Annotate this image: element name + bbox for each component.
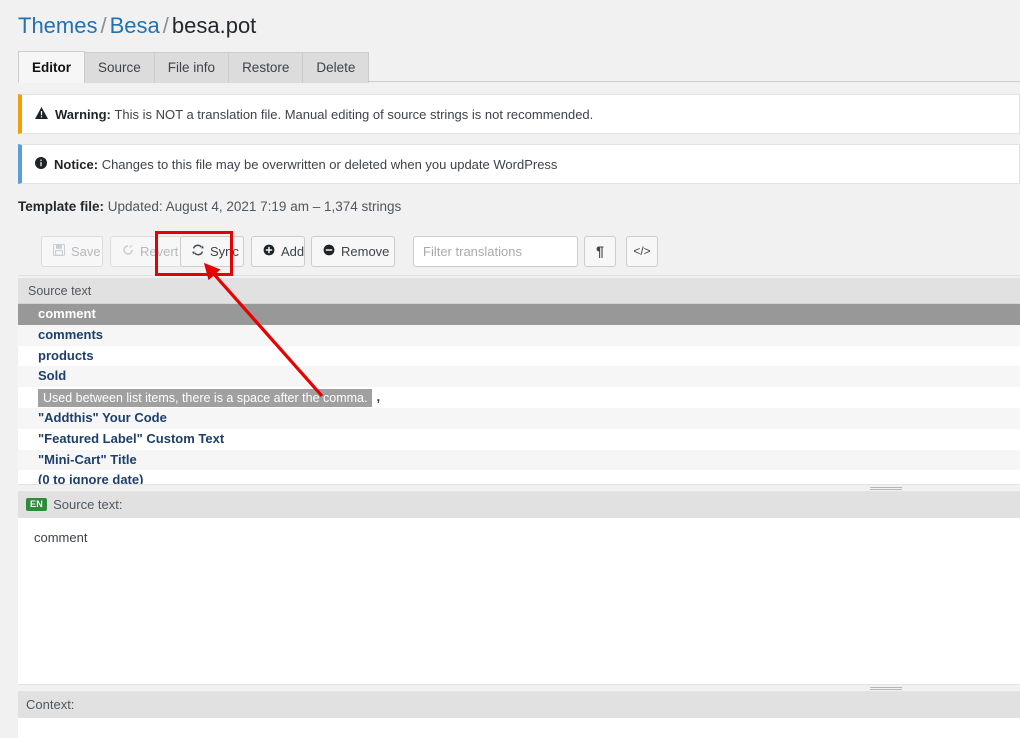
warning-label: Warning: [55,107,111,122]
editor-toolbar: Save Revert Sync Add Remove [18,228,1020,276]
list-item[interactable]: Sold [18,366,1020,387]
breadcrumb-current-file: besa.pot [172,13,256,38]
resize-grip-icon [870,486,902,491]
list-item-label: comments [38,327,103,342]
pilcrow-icon[interactable]: ¶ [584,236,616,267]
source-text-pane-label: Source text: [53,497,122,512]
list-item-label: (0 to ignore date) [38,472,143,484]
template-file-line: Template file: Updated: August 4, 2021 7… [18,199,401,214]
warning-notice: Warning: This is NOT a translation file.… [18,94,1020,134]
sync-button[interactable]: Sync [180,236,244,267]
tab-delete[interactable]: Delete [302,52,369,83]
list-item[interactable]: comments [18,325,1020,346]
sync-button-label: Sync [210,244,239,259]
tab-restore[interactable]: Restore [228,52,303,83]
breadcrumb-separator-2: / [163,13,169,38]
list-item[interactable]: (0 to ignore date) [18,470,1020,484]
breadcrumb-link-themes[interactable]: Themes [18,13,97,38]
breadcrumb-link-theme[interactable]: Besa [110,13,160,38]
save-button[interactable]: Save [41,236,103,267]
remove-button[interactable]: Remove [311,236,395,267]
list-item-label: , [376,389,380,404]
code-icon[interactable]: </> [626,236,658,267]
list-item-label: products [38,348,94,363]
sync-arrows-icon [192,238,204,267]
info-circle-icon [35,157,47,171]
source-text-list[interactable]: comment comments products Sold Used betw… [18,304,1020,484]
list-editor-resizer[interactable] [18,484,1020,492]
warning-triangle-icon [35,107,48,121]
breadcrumb: Themes/Besa/besa.pot [18,12,256,40]
list-item-label: "Mini-Cart" Title [38,452,137,467]
list-item[interactable]: comment [18,304,1020,325]
save-button-label: Save [71,244,101,259]
list-item[interactable]: products [18,346,1020,367]
revert-button-label: Revert [140,244,178,259]
add-button-label: Add [281,244,304,259]
list-item[interactable]: "Featured Label" Custom Text [18,429,1020,450]
list-item-label: "Featured Label" Custom Text [38,431,224,446]
template-file-label: Template file: [18,199,104,214]
source-text-editor[interactable] [18,518,1020,684]
language-badge: EN [26,498,47,511]
list-item[interactable]: Used between list items, there is a spac… [18,387,1020,408]
revert-button[interactable]: Revert [110,236,182,267]
list-item[interactable]: "Mini-Cart" Title [18,450,1020,471]
list-item[interactable]: "Addthis" Your Code [18,408,1020,429]
breadcrumb-separator-1: / [100,13,106,38]
circular-arrow-icon [122,238,134,267]
add-button[interactable]: Add [251,236,305,267]
minus-circle-icon [323,238,335,267]
list-item-label: "Addthis" Your Code [38,410,167,425]
tab-editor[interactable]: Editor [18,51,85,83]
tab-bar: EditorSourceFile infoRestoreDelete [18,50,1020,82]
list-item-label: comment [38,306,96,321]
source-text-column-header: Source text [18,278,1020,304]
context-editor[interactable] [18,718,1020,738]
info-label: Notice: [54,157,98,172]
floppy-disk-icon [53,238,65,267]
editor-context-resizer[interactable] [18,684,1020,692]
warning-text: This is NOT a translation file. Manual e… [114,107,593,122]
info-text: Changes to this file may be overwritten … [102,157,558,172]
page-root: Themes/Besa/besa.pot EditorSourceFile in… [0,0,1020,738]
list-item-tooltip: Used between list items, there is a spac… [38,389,372,407]
plus-circle-icon [263,238,275,267]
resize-grip-icon [870,686,902,691]
filter-translations-input[interactable] [413,236,578,267]
context-pane-header: Context: [18,692,1020,718]
content-area: Themes/Besa/besa.pot EditorSourceFile in… [18,0,1020,738]
template-file-info: Updated: August 4, 2021 7:19 am – 1,374 … [108,199,401,214]
list-item-label: Sold [38,368,66,383]
info-notice: Notice: Changes to this file may be over… [18,144,1020,184]
tab-file-info[interactable]: File info [154,52,229,83]
source-text-pane-header: EN Source text: [18,492,1020,518]
remove-button-label: Remove [341,244,389,259]
tab-source[interactable]: Source [84,52,155,83]
